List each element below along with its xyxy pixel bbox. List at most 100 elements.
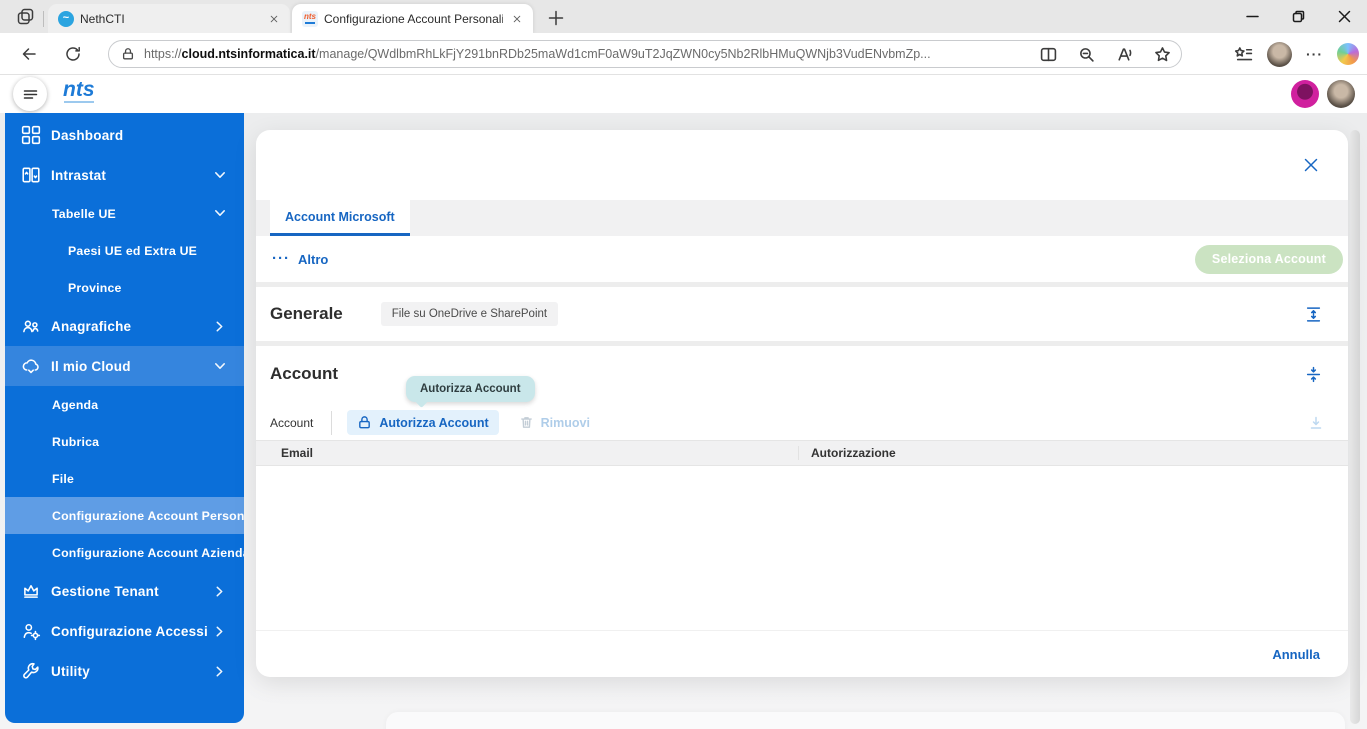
- account-title: Account: [270, 364, 338, 383]
- account-config-dialog: Account Microsoft ··· Altro Seleziona Ac…: [256, 130, 1348, 677]
- sidebar-item-configurazione-accessi[interactable]: Configurazione Accessi: [5, 611, 244, 651]
- altro-menu[interactable]: ··· Altro: [272, 251, 329, 267]
- trash-icon: [519, 415, 534, 430]
- tab-close-icon[interactable]: [266, 11, 282, 27]
- sidebar-item-rubrica[interactable]: Rubrica: [5, 423, 244, 460]
- annulla-link[interactable]: Annulla: [1272, 647, 1320, 662]
- sidebar-item-paesi-ue-ed-extra-ue[interactable]: Paesi UE ed Extra UE: [5, 232, 244, 269]
- intrastat-icon: [21, 165, 41, 185]
- read-aloud-icon[interactable]: [1116, 46, 1133, 63]
- expand-section-icon[interactable]: [1305, 306, 1322, 323]
- sidebar-item-dashboard[interactable]: Dashboard: [5, 115, 244, 155]
- sidebar-item-label: Dashboard: [51, 127, 124, 143]
- tab-close-icon[interactable]: [509, 11, 525, 27]
- sidebar-item-utility[interactable]: Utility: [5, 651, 244, 691]
- zoom-out-icon[interactable]: [1078, 46, 1095, 63]
- vertical-divider: [331, 410, 333, 435]
- sidebar-item-configurazione-account-aziendali[interactable]: Configurazione Account Aziendali: [5, 534, 244, 571]
- nethcti-favicon-icon: ~: [58, 10, 74, 27]
- browser-toolbar: https://cloud.ntsinformatica.it/manage/Q…: [0, 33, 1367, 75]
- sidebar-item-label: Tabelle UE: [52, 206, 116, 221]
- table-header: Email Autorizzazione: [256, 440, 1348, 466]
- dialog-close-icon[interactable]: [1300, 154, 1322, 176]
- sidebar-item-label: Configurazione Account Aziendali: [52, 545, 244, 560]
- sidebar-item-intrastat[interactable]: Intrastat: [5, 155, 244, 195]
- crown-icon: [21, 581, 41, 601]
- sidebar-item-province[interactable]: Province: [5, 269, 244, 306]
- sidebar-item-configurazione-account-personali[interactable]: Configurazione Account Personali: [5, 497, 244, 534]
- dialog-footer: Annulla: [256, 630, 1348, 677]
- tab-configurazione-account[interactable]: nts Configurazione Account Personali: [292, 4, 533, 33]
- sidebar-item-agenda[interactable]: Agenda: [5, 386, 244, 423]
- identicon-avatar[interactable]: [1291, 80, 1319, 108]
- tab-account-microsoft[interactable]: Account Microsoft: [270, 200, 410, 236]
- altro-label: Altro: [298, 251, 329, 267]
- download-icon[interactable]: [1308, 415, 1324, 431]
- back-icon[interactable]: [16, 41, 42, 67]
- app-body: Dashboard Intrastat Tabelle UE Paesi UE ed …: [0, 113, 1367, 729]
- section-divider: [256, 341, 1348, 346]
- sidebar-item-label: Utility: [51, 663, 90, 679]
- lock-icon[interactable]: [121, 47, 135, 61]
- sidebar-item-file[interactable]: File: [5, 460, 244, 497]
- close-button[interactable]: [1321, 0, 1367, 33]
- sidebar-item-label: File: [52, 471, 74, 486]
- url-text[interactable]: https://cloud.ntsinformatica.it/manage/Q…: [144, 47, 1028, 61]
- browser-titlebar: ~ NethCTI nts Configurazione Account Per…: [0, 0, 1367, 33]
- user-avatar[interactable]: [1327, 80, 1355, 108]
- seleziona-account-button[interactable]: Seleziona Account: [1194, 244, 1343, 274]
- chevron-down-icon: [214, 209, 226, 218]
- sidebar-item-label: Agenda: [52, 397, 99, 412]
- scrollbar[interactable]: [1350, 130, 1360, 724]
- minimize-button[interactable]: [1229, 0, 1275, 33]
- favorites-bar-icon[interactable]: [1234, 45, 1253, 64]
- new-tab-button[interactable]: [545, 7, 567, 29]
- column-header-autorizzazione[interactable]: Autorizzazione: [798, 446, 1348, 460]
- sidebar-item-label: Rubrica: [52, 434, 100, 449]
- lock-icon: [357, 415, 372, 430]
- sidebar-item-anagrafiche[interactable]: Anagrafiche: [5, 306, 244, 346]
- rimuovi-button[interactable]: Rimuovi: [519, 415, 590, 430]
- column-header-email[interactable]: Email: [256, 446, 798, 460]
- dialog-tabstrip: Account Microsoft: [256, 200, 1348, 236]
- generale-title: Generale: [270, 304, 343, 323]
- browser-window: ~ NethCTI nts Configurazione Account Per…: [0, 0, 1367, 729]
- favorite-star-icon[interactable]: [1154, 46, 1171, 63]
- person-gear-icon: [21, 621, 41, 641]
- people-icon: [21, 316, 41, 336]
- browser-profile-avatar[interactable]: [1267, 41, 1292, 67]
- split-screen-icon[interactable]: [1040, 46, 1057, 63]
- browser-menu-icon[interactable]: ···: [1306, 47, 1323, 61]
- window-controls: [1229, 0, 1367, 33]
- account-row-label: Account: [270, 415, 314, 430]
- autorizza-account-button[interactable]: Autorizza Account: [347, 410, 499, 435]
- restore-button[interactable]: [1275, 0, 1321, 33]
- tab-title: Configurazione Account Personali: [324, 11, 503, 26]
- copilot-icon[interactable]: [1337, 43, 1359, 65]
- sidebar-item-il-mio-cloud[interactable]: Il mio Cloud: [5, 346, 244, 386]
- tab-nethcti[interactable]: ~ NethCTI: [43, 4, 290, 33]
- background-card: [386, 712, 1345, 729]
- header-avatars: [1291, 80, 1355, 108]
- workspaces-icon[interactable]: [14, 6, 36, 28]
- table-body-empty: [256, 467, 1348, 630]
- nts-logo-tagline: [64, 101, 94, 103]
- cloud-icon: [21, 356, 41, 376]
- address-bar[interactable]: https://cloud.ntsinformatica.it/manage/Q…: [108, 40, 1182, 68]
- autorizza-account-label: Autorizza Account: [379, 415, 489, 430]
- wrench-icon: [21, 661, 41, 681]
- chevron-right-icon: [214, 321, 226, 331]
- sidebar-item-gestione-tenant[interactable]: Gestione Tenant: [5, 571, 244, 611]
- sidebar-item-label: Province: [68, 280, 122, 295]
- refresh-icon[interactable]: [60, 41, 86, 67]
- hamburger-menu-icon[interactable]: [13, 77, 47, 111]
- chevron-right-icon: [214, 666, 226, 676]
- sidebar-item-label: Configurazione Account Personali: [52, 508, 244, 523]
- sidebar-menu: Dashboard Intrastat Tabelle UE Paesi UE ed …: [5, 115, 244, 691]
- collapse-section-icon[interactable]: [1305, 366, 1322, 383]
- sidebar-item-label: Anagrafiche: [51, 318, 132, 334]
- nts-favicon-icon: nts: [302, 10, 318, 27]
- sidebar-item-tabelle-ue[interactable]: Tabelle UE: [5, 195, 244, 232]
- address-bar-actions: [1040, 46, 1171, 63]
- account-toolbar: Account Autorizza Account Rimuovi: [256, 405, 1348, 440]
